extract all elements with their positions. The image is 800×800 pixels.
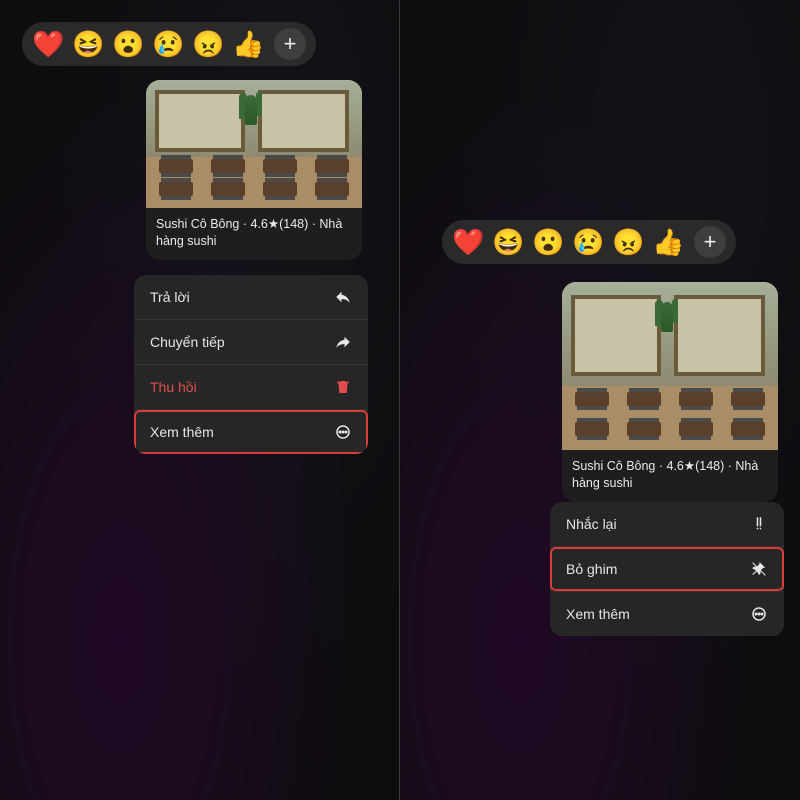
- screenshot-panel-2: ❤️ 😆 😮 😢 😠 👍 + Sushi Cô Bông · 4.6★(148)…: [400, 0, 800, 800]
- reply-icon: [334, 288, 352, 306]
- menu-item-label: Trả lời: [150, 289, 190, 305]
- screenshot-panel-1: ❤️ 😆 😮 😢 😠 👍 + Sushi Cô Bông · 4.6★(148)…: [0, 0, 400, 800]
- reaction-like[interactable]: 👍: [232, 28, 264, 60]
- reaction-wow[interactable]: 😮: [112, 28, 144, 60]
- menu-item-reply[interactable]: Trả lời: [134, 275, 368, 320]
- menu-item-more[interactable]: Xem thêm: [550, 592, 784, 636]
- message-image[interactable]: [562, 282, 778, 450]
- reaction-cry[interactable]: 😢: [152, 28, 184, 60]
- reaction-add-button[interactable]: +: [274, 28, 306, 60]
- menu-item-label: Chuyển tiếp: [150, 334, 225, 350]
- context-menu: Nhắc lại Bỏ ghim Xem thêm: [550, 502, 784, 636]
- reaction-bar: ❤️ 😆 😮 😢 😠 👍 +: [442, 220, 736, 264]
- reaction-laugh[interactable]: 😆: [492, 226, 524, 258]
- reaction-angry[interactable]: 😠: [612, 226, 644, 258]
- menu-item-label: Thu hồi: [150, 379, 197, 395]
- menu-item-remind[interactable]: Nhắc lại: [550, 502, 784, 547]
- menu-item-label: Xem thêm: [150, 424, 214, 440]
- reaction-cry[interactable]: 😢: [572, 226, 604, 258]
- reaction-bar: ❤️ 😆 😮 😢 😠 👍 +: [22, 22, 316, 66]
- menu-item-label: Xem thêm: [566, 606, 630, 622]
- reaction-wow[interactable]: 😮: [532, 226, 564, 258]
- more-icon: [750, 605, 768, 623]
- context-menu: Trả lời Chuyển tiếp Thu hồi Xem thêm: [134, 275, 368, 454]
- menu-item-recall[interactable]: Thu hồi: [134, 365, 368, 410]
- menu-item-unpin[interactable]: Bỏ ghim: [550, 547, 784, 592]
- menu-item-more[interactable]: Xem thêm: [134, 410, 368, 454]
- more-icon: [334, 423, 352, 441]
- menu-item-label: Bỏ ghim: [566, 561, 617, 577]
- message-caption: Sushi Cô Bông · 4.6★(148) · Nhà hàng sus…: [146, 208, 362, 260]
- menu-item-label: Nhắc lại: [566, 516, 617, 532]
- menu-item-forward[interactable]: Chuyển tiếp: [134, 320, 368, 365]
- reaction-heart[interactable]: ❤️: [32, 28, 64, 60]
- reaction-heart[interactable]: ❤️: [452, 226, 484, 258]
- message-card[interactable]: Sushi Cô Bông · 4.6★(148) · Nhà hàng sus…: [562, 282, 778, 502]
- message-card[interactable]: Sushi Cô Bông · 4.6★(148) · Nhà hàng sus…: [146, 80, 362, 260]
- forward-icon: [334, 333, 352, 351]
- reaction-like[interactable]: 👍: [652, 226, 684, 258]
- reaction-add-button[interactable]: +: [694, 226, 726, 258]
- alert-icon: [750, 515, 768, 533]
- message-image[interactable]: [146, 80, 362, 208]
- unpin-icon: [750, 560, 768, 578]
- message-caption: Sushi Cô Bông · 4.6★(148) · Nhà hàng sus…: [562, 450, 778, 502]
- reaction-laugh[interactable]: 😆: [72, 28, 104, 60]
- trash-icon: [334, 378, 352, 396]
- reaction-angry[interactable]: 😠: [192, 28, 224, 60]
